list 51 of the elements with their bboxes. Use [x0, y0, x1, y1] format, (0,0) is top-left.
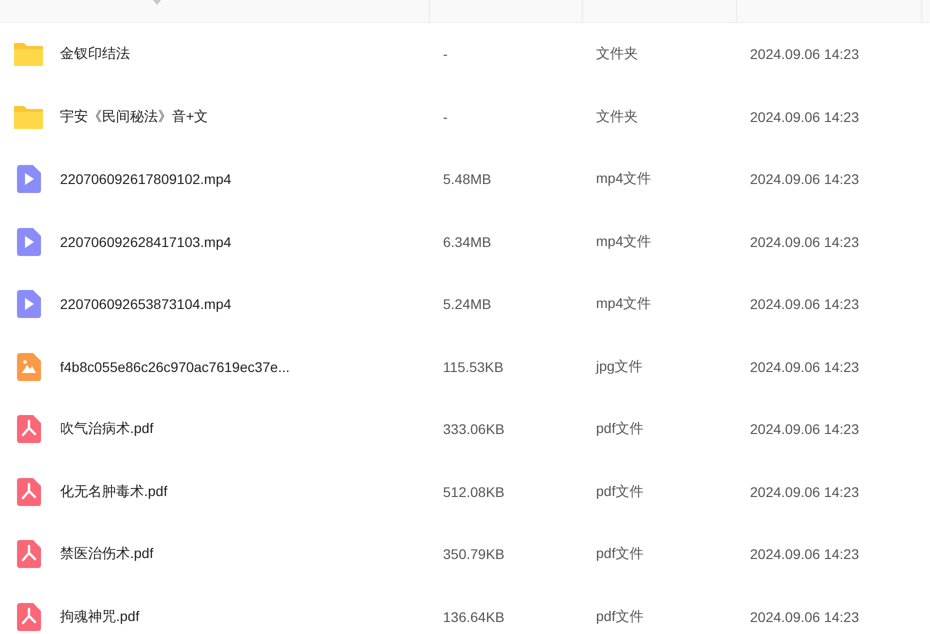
modified-date: 2024.09.06 14:23 — [750, 46, 859, 62]
pdf-file-icon — [16, 602, 40, 631]
file-type: mp4文件 — [596, 232, 652, 251]
file-name[interactable]: 220706092617809102.mp4 — [60, 171, 232, 188]
folder-icon — [13, 41, 44, 68]
modified-date: 2024.09.06 14:23 — [750, 421, 859, 438]
file-type: jpg文件 — [596, 358, 643, 376]
modified-date: 2024.09.06 14:23 — [750, 608, 859, 625]
file-name[interactable]: 220706092628417103.mp4 — [60, 234, 232, 250]
file-name[interactable]: 金钗印结法 — [60, 45, 130, 64]
file-type: mp4文件 — [596, 295, 652, 314]
modified-date: 2024.09.06 14:23 — [750, 296, 859, 312]
file-name[interactable]: 宇安《民间秘法》音+文 — [60, 108, 208, 126]
file-type: 文件夹 — [596, 108, 638, 126]
file-name[interactable]: 禁医治伤术.pdf — [60, 545, 154, 564]
file-size: 5.24MB — [443, 296, 492, 312]
file-type: pdf文件 — [596, 608, 644, 626]
sort-caret-icon[interactable] — [152, 0, 162, 6]
file-name[interactable]: 化无名肿毒术.pdf — [60, 482, 168, 501]
file-size: 333.06KB — [443, 421, 504, 438]
image-file-icon — [16, 352, 40, 381]
modified-date: 2024.09.06 14:23 — [750, 171, 859, 188]
folder-icon — [13, 104, 44, 130]
file-type: pdf文件 — [596, 482, 644, 501]
file-name[interactable]: f4b8c055e86c26c970ac7619ec37e... — [60, 358, 290, 375]
file-size: 512.08KB — [443, 484, 504, 500]
file-size: - — [443, 108, 448, 125]
video-file-icon — [16, 228, 40, 256]
file-size: 136.64KB — [443, 608, 504, 625]
file-name[interactable]: 220706092653873104.mp4 — [60, 296, 232, 312]
modified-date: 2024.09.06 14:23 — [750, 108, 859, 125]
modified-date: 2024.09.06 14:23 — [750, 358, 859, 375]
modified-date: 2024.09.06 14:23 — [750, 546, 859, 562]
pdf-file-icon — [16, 415, 40, 444]
file-type: pdf文件 — [596, 420, 644, 438]
file-type: pdf文件 — [596, 545, 644, 564]
pdf-file-icon — [16, 478, 40, 506]
file-size: 6.34MB — [443, 234, 492, 250]
video-file-icon — [16, 290, 40, 318]
file-type: mp4文件 — [596, 170, 652, 188]
video-file-icon — [16, 165, 40, 194]
file-type: 文件夹 — [596, 45, 638, 64]
file-size: 350.79KB — [443, 546, 504, 562]
file-name[interactable]: 吹气治病术.pdf — [60, 420, 154, 438]
modified-date: 2024.09.06 14:23 — [750, 234, 859, 250]
file-name[interactable]: 拘魂神咒.pdf — [60, 608, 140, 626]
pdf-file-icon — [16, 540, 40, 568]
file-size: 115.53KB — [443, 358, 504, 375]
file-size: 5.48MB — [443, 171, 492, 188]
file-size: - — [443, 46, 448, 62]
modified-date: 2024.09.06 14:23 — [750, 484, 859, 500]
